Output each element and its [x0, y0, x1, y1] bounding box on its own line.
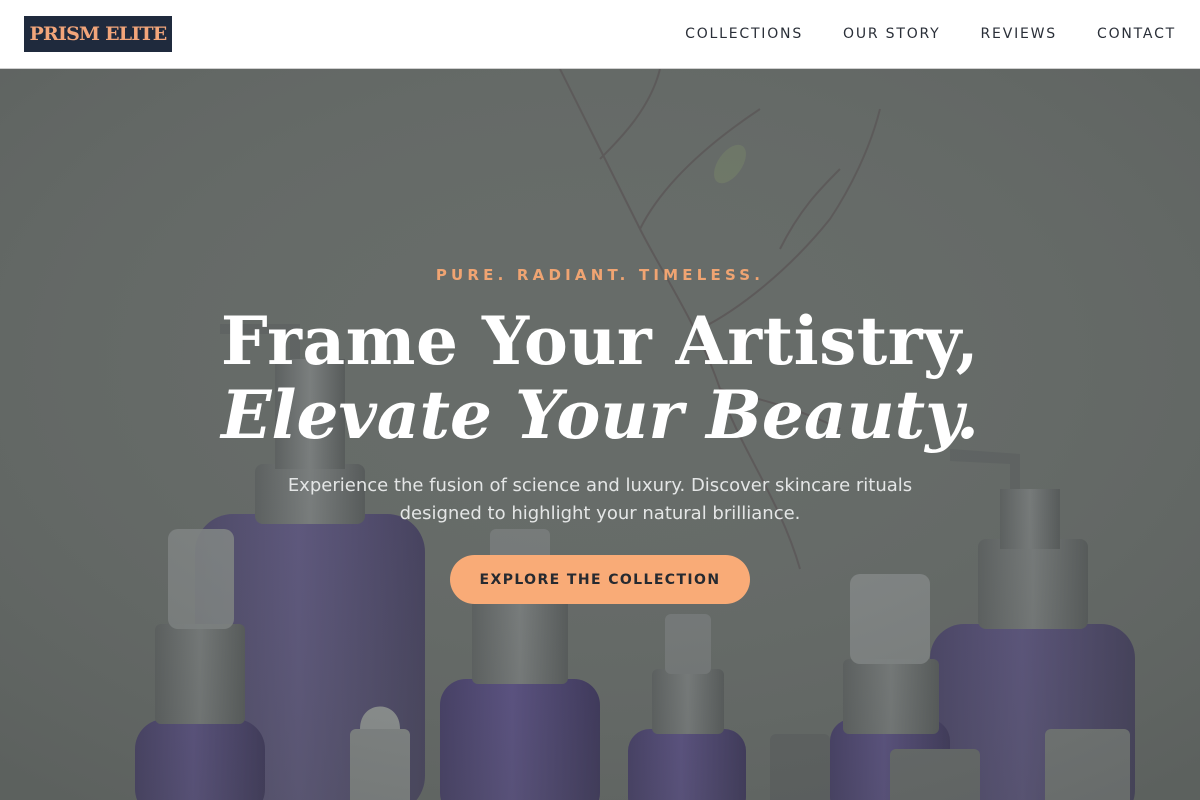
hero-headline-line1: Frame Your Artistry, — [220, 302, 980, 380]
nav-link-contact[interactable]: CONTACT — [1097, 26, 1176, 42]
explore-collection-button[interactable]: EXPLORE THE COLLECTION — [450, 555, 750, 604]
nav-link-reviews[interactable]: REVIEWS — [981, 26, 1057, 42]
nav-link-our-story[interactable]: OUR STORY — [843, 26, 941, 42]
hero-headline-line2: Elevate Your Beauty. — [221, 376, 979, 454]
brand-logo-text: PRISM ELITE — [29, 23, 168, 45]
site-header: PRISM ELITE COLLECTIONS OUR STORY REVIEW… — [0, 0, 1200, 69]
brand-logo[interactable]: PRISM ELITE — [24, 16, 172, 52]
hero-tagline: PURE. RADIANT. TIMELESS. — [435, 266, 765, 284]
nav-link-collections[interactable]: COLLECTIONS — [685, 26, 803, 42]
hero-subtitle: Experience the fusion of science and lux… — [287, 475, 913, 524]
main-nav: COLLECTIONS OUR STORY REVIEWS CONTACT — [685, 26, 1176, 42]
hero-section: PURE. RADIANT. TIMELESS. Frame Your Arti… — [0, 69, 1200, 800]
